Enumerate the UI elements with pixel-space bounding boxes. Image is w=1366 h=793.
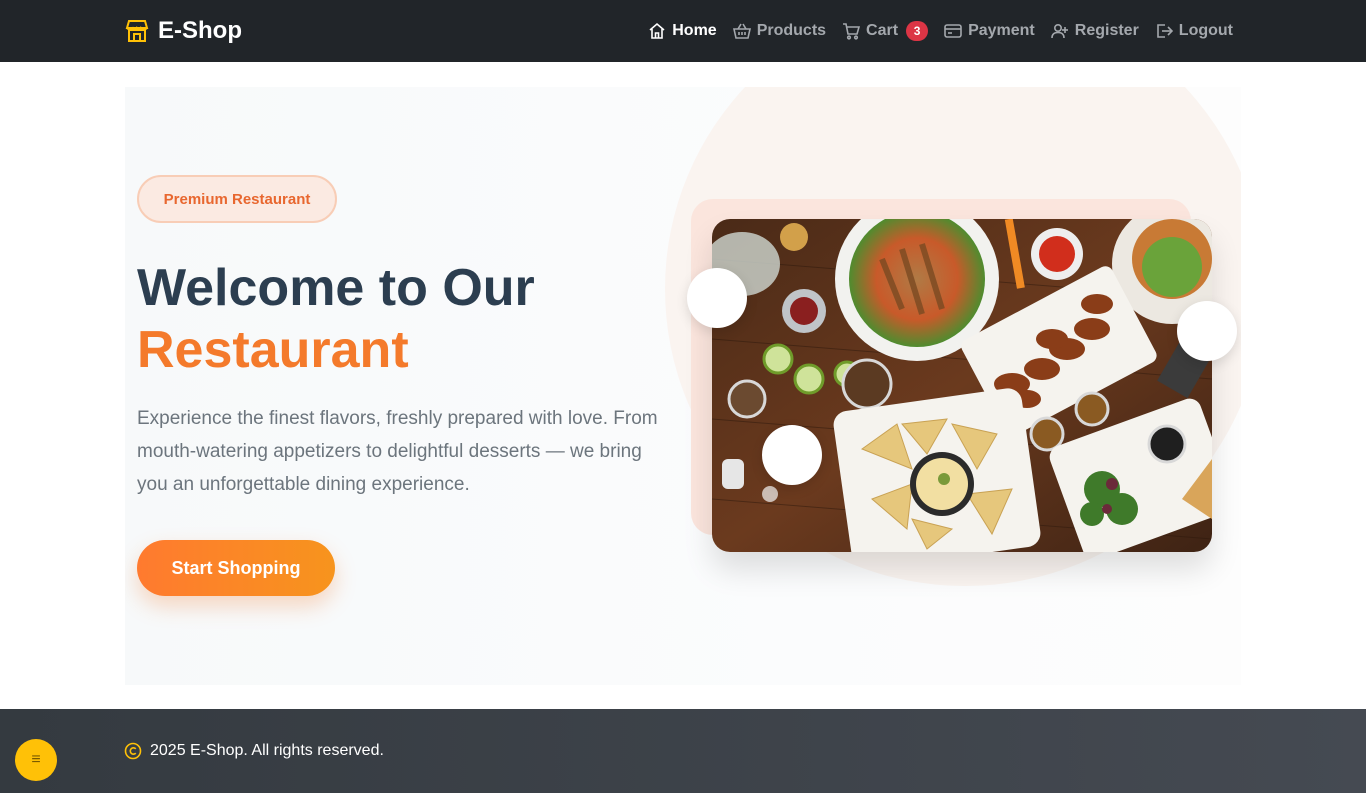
hero-title-accent: Restaurant [137, 321, 409, 379]
navbar: E-Shop Home Products Cart 3 Payment Regi… [0, 0, 1366, 62]
brand-link[interactable]: E-Shop [124, 0, 242, 62]
decorative-dot [762, 425, 822, 485]
copyright-icon [124, 742, 142, 760]
food-spread-image [712, 219, 1212, 552]
nav-register-label: Register [1074, 22, 1139, 39]
nav-register[interactable]: Register [1050, 22, 1139, 40]
nav-home-label: Home [672, 22, 717, 39]
home-icon [648, 22, 666, 40]
hero-section: Premium Restaurant Welcome to Our Restau… [125, 87, 1241, 685]
hero-title: Welcome to Our Restaurant [137, 257, 657, 381]
basket-icon [732, 22, 751, 40]
cart-icon [842, 22, 861, 40]
start-shopping-button[interactable]: Start Shopping [137, 540, 335, 596]
nav-cart-label: Cart [866, 22, 899, 39]
nav-cart[interactable]: Cart 3 [842, 21, 929, 41]
nav-links: Home Products Cart 3 Payment Register Lo… [648, 0, 1233, 62]
brand-name: E-Shop [158, 17, 242, 44]
nav-payment-label: Payment [968, 22, 1035, 39]
nav-home[interactable]: Home [648, 22, 717, 40]
logout-icon [1155, 22, 1173, 40]
nav-products-label: Products [756, 22, 827, 39]
menu-toggle-button[interactable]: ≡ [15, 739, 57, 781]
decorative-dot [1177, 301, 1237, 361]
shop-icon [124, 18, 150, 44]
footer: 2025 E-Shop. All rights reserved. [0, 709, 1366, 793]
credit-card-icon [944, 22, 962, 40]
cart-count-badge: 3 [906, 21, 929, 41]
premium-badge: Premium Restaurant [137, 175, 337, 223]
decorative-dot [687, 268, 747, 328]
hero-description: Experience the finest flavors, freshly p… [137, 408, 658, 495]
nav-logout[interactable]: Logout [1155, 22, 1233, 40]
nav-products[interactable]: Products [732, 22, 827, 40]
user-plus-icon [1050, 22, 1069, 40]
hero-title-line1: Welcome to Our [137, 259, 535, 317]
nav-logout-label: Logout [1178, 22, 1233, 39]
menu-toggle-icon: ≡ [31, 751, 41, 768]
nav-payment[interactable]: Payment [944, 22, 1035, 40]
copyright-notice: 2025 E-Shop. All rights reserved. [124, 709, 384, 793]
copyright-text: 2025 E-Shop. All rights reserved. [150, 742, 384, 759]
